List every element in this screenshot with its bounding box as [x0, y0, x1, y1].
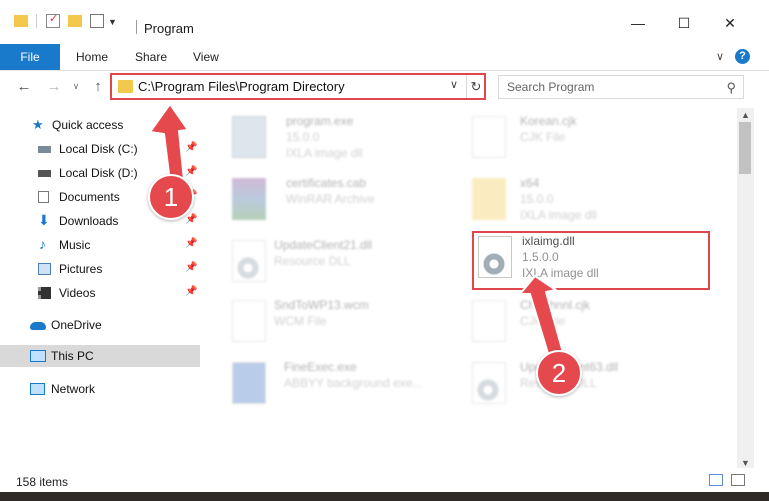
- annotation-arrows: [149, 103, 565, 361]
- step-1-badge: 1: [148, 174, 194, 220]
- step-2-badge: 2: [536, 350, 582, 396]
